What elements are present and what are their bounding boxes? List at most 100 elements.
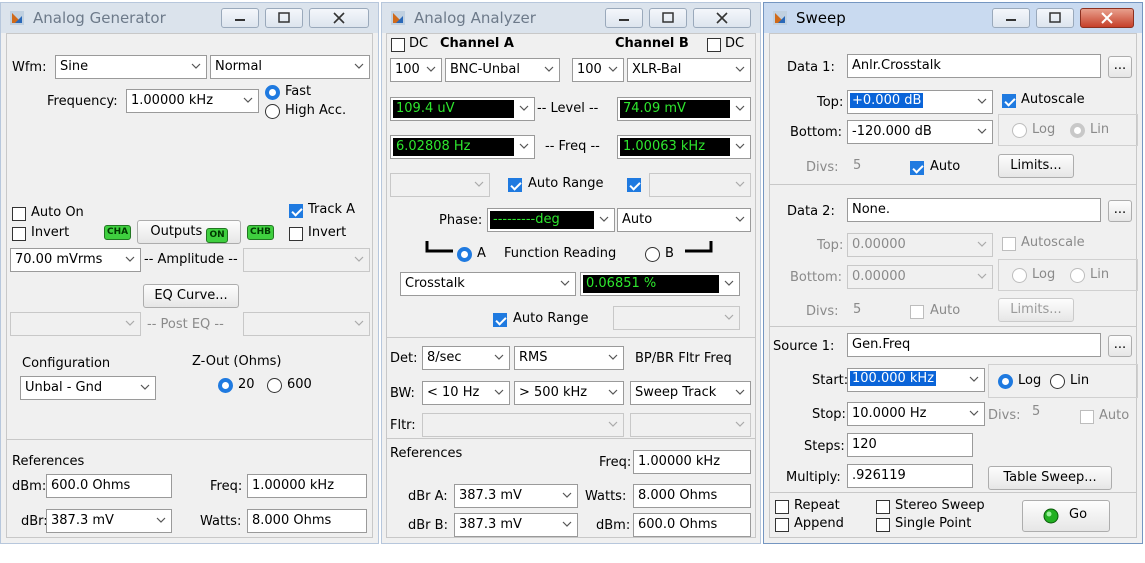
phase-readout[interactable]: ---------deg — [487, 208, 615, 232]
data2-browse-button[interactable]: ... — [1108, 200, 1132, 222]
amplitude-b-input[interactable] — [243, 248, 370, 272]
repeat-checkbox[interactable] — [775, 500, 789, 514]
bottom2-input[interactable]: 0.00000 — [847, 265, 993, 289]
stereo-sweep-checkbox[interactable] — [876, 500, 890, 514]
waveform-select[interactable]: Sine — [55, 55, 207, 79]
range-a-select[interactable]: 100l — [390, 58, 442, 82]
auto-range-a-select[interactable] — [390, 173, 490, 197]
zout-600-radio[interactable] — [267, 378, 282, 393]
limits-button[interactable]: Limits... — [998, 154, 1074, 178]
input-a-select[interactable]: BNC-Unbal — [445, 58, 560, 82]
divs2-auto-checkbox[interactable] — [910, 305, 924, 319]
function-range-select[interactable] — [613, 306, 740, 330]
source-lin-radio[interactable] — [1050, 374, 1065, 389]
single-point-checkbox[interactable] — [876, 518, 890, 532]
track-a-checkbox[interactable] — [289, 204, 303, 218]
source1-browse-button[interactable]: ... — [1108, 335, 1132, 357]
start-input[interactable]: 100.000 kHz — [847, 368, 985, 392]
auto-range-b-checkbox[interactable] — [627, 178, 641, 192]
dbrb-reference-input[interactable]: 387.3 mV — [454, 513, 578, 537]
dbr-reference-input[interactable]: 387.3 mV — [46, 509, 172, 533]
maximize-button[interactable] — [265, 8, 303, 28]
data1-input[interactable]: Anlr.Crosstalk — [847, 54, 1101, 78]
range-b-select[interactable]: 100l — [572, 58, 624, 82]
lin-radio[interactable] — [1070, 123, 1085, 138]
level-a-readout[interactable]: 109.4 uV — [390, 97, 535, 121]
log-radio[interactable] — [1012, 123, 1027, 138]
bottom-input[interactable]: -120.000 dB — [847, 120, 993, 144]
close-button[interactable] — [309, 8, 369, 28]
freq-reference-input[interactable]: 1.00000 kHz — [247, 474, 367, 498]
phase-mode-select[interactable]: Auto — [617, 208, 751, 232]
data2-input[interactable]: None. — [847, 198, 1101, 222]
post-eq-b-select[interactable] — [243, 312, 370, 336]
dbm-reference-input[interactable]: 600.0 Ohms — [633, 513, 751, 537]
log2-radio[interactable] — [1012, 268, 1027, 283]
source-log-radio[interactable] — [998, 374, 1013, 389]
dc-b-checkbox[interactable] — [707, 38, 721, 52]
close-button[interactable] — [693, 8, 751, 28]
append-checkbox[interactable] — [775, 518, 789, 532]
invert-a-checkbox[interactable] — [12, 227, 26, 241]
filter-freq-select[interactable] — [630, 413, 751, 437]
maximize-button[interactable] — [1036, 8, 1074, 28]
title-bar[interactable]: Sweep — [764, 3, 1142, 33]
fast-radio[interactable] — [265, 85, 280, 100]
top2-input[interactable]: 0.00000 — [847, 233, 993, 257]
detector-rate-select[interactable]: 8/sec — [422, 346, 510, 370]
dbra-reference-input[interactable]: 387.3 mV — [454, 484, 578, 508]
stop-input[interactable]: 10.0000 Hz — [847, 402, 985, 426]
maximize-button[interactable] — [649, 8, 687, 28]
zout-20-radio[interactable] — [218, 378, 233, 393]
table-sweep-button[interactable]: Table Sweep... — [988, 466, 1112, 490]
freq-b-readout[interactable]: 1.00063 kHz — [617, 135, 751, 159]
source-divs-auto-checkbox[interactable] — [1080, 410, 1094, 424]
function-b-radio[interactable] — [645, 247, 660, 262]
function-auto-range-checkbox[interactable] — [493, 313, 507, 327]
amplitude-a-input[interactable]: 70.00 mVrms — [10, 248, 141, 272]
autoscale-checkbox[interactable] — [1002, 94, 1016, 108]
freq-a-readout[interactable]: 6.02808 Hz — [390, 135, 535, 159]
waveform-mode-select[interactable]: Normal — [210, 55, 370, 79]
input-b-select[interactable]: XLR-Bal — [627, 58, 751, 82]
close-button[interactable] — [1080, 8, 1134, 28]
bw-low-select[interactable]: < 10 Hz — [422, 381, 510, 405]
auto-range-b-select[interactable] — [649, 173, 751, 197]
lin2-radio[interactable] — [1070, 268, 1085, 283]
minimize-button[interactable] — [605, 8, 643, 28]
title-bar[interactable]: Analog Generator — [1, 3, 378, 33]
dc-a-checkbox[interactable] — [391, 38, 405, 52]
minimize-button[interactable] — [221, 8, 259, 28]
autoscale2-checkbox[interactable] — [1002, 237, 1016, 251]
post-eq-a-select[interactable] — [10, 312, 141, 336]
go-button[interactable]: Go — [1022, 500, 1110, 532]
watts-reference-input[interactable]: 8.000 Ohms — [247, 509, 367, 533]
eq-curve-button[interactable]: EQ Curve... — [143, 284, 239, 308]
divs-auto-checkbox[interactable] — [910, 161, 924, 175]
bw-high-select[interactable]: > 500 kHz — [514, 381, 624, 405]
dbm-reference-input[interactable]: 600.0 Ohms — [46, 474, 172, 498]
level-b-readout[interactable]: 74.09 mV — [617, 97, 751, 121]
configuration-select[interactable]: Unbal - Gnd — [20, 376, 156, 400]
frequency-input[interactable]: 1.00000 kHz — [126, 89, 259, 113]
filter-select[interactable] — [422, 413, 624, 437]
data1-browse-button[interactable]: ... — [1108, 56, 1132, 78]
freq-reference-input[interactable]: 1.00000 kHz — [633, 450, 751, 474]
detector-mode-select[interactable]: RMS — [514, 346, 624, 370]
auto-on-checkbox[interactable] — [12, 207, 26, 221]
outputs-button[interactable]: Outputs ON — [137, 220, 241, 244]
invert-b-checkbox[interactable] — [289, 227, 303, 241]
function-a-radio[interactable] — [457, 247, 472, 262]
function-reading-readout[interactable]: 0.06851 % — [580, 272, 740, 296]
function-select[interactable]: Crosstalk — [400, 272, 576, 296]
multiply-input[interactable]: .926119 — [847, 464, 973, 488]
high-acc-radio[interactable] — [265, 104, 280, 119]
watts-reference-input[interactable]: 8.000 Ohms — [633, 484, 751, 508]
top-input[interactable]: +0.000 dB — [847, 90, 993, 114]
minimize-button[interactable] — [992, 8, 1030, 28]
title-bar[interactable]: Analog Analyzer — [382, 3, 760, 33]
limits2-button[interactable]: Limits... — [998, 298, 1074, 322]
bpbr-filter-select[interactable]: Sweep Track — [630, 381, 751, 405]
steps-input[interactable]: 120 — [847, 433, 973, 457]
auto-range-a-checkbox[interactable] — [508, 178, 522, 192]
